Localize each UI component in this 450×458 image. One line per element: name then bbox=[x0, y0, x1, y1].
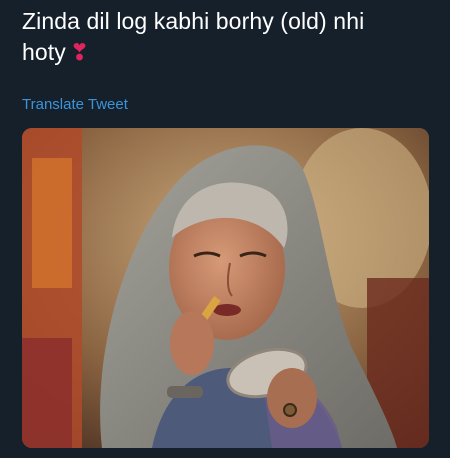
tweet-card: Zinda dil log kabhi borhy (old) nhi hoty… bbox=[0, 0, 450, 458]
heart-exclamation-icon: ❣ bbox=[69, 39, 90, 65]
translate-tweet-link[interactable]: Translate Tweet bbox=[22, 96, 128, 113]
tweet-photo[interactable] bbox=[22, 128, 429, 448]
photo-illustration bbox=[22, 128, 429, 448]
tweet-text-line1: Zinda dil log kabhi borhy (old) nhi bbox=[22, 8, 365, 34]
tweet-text-line2: hoty bbox=[22, 39, 66, 65]
tweet-text: Zinda dil log kabhi borhy (old) nhi hoty… bbox=[22, 6, 422, 68]
